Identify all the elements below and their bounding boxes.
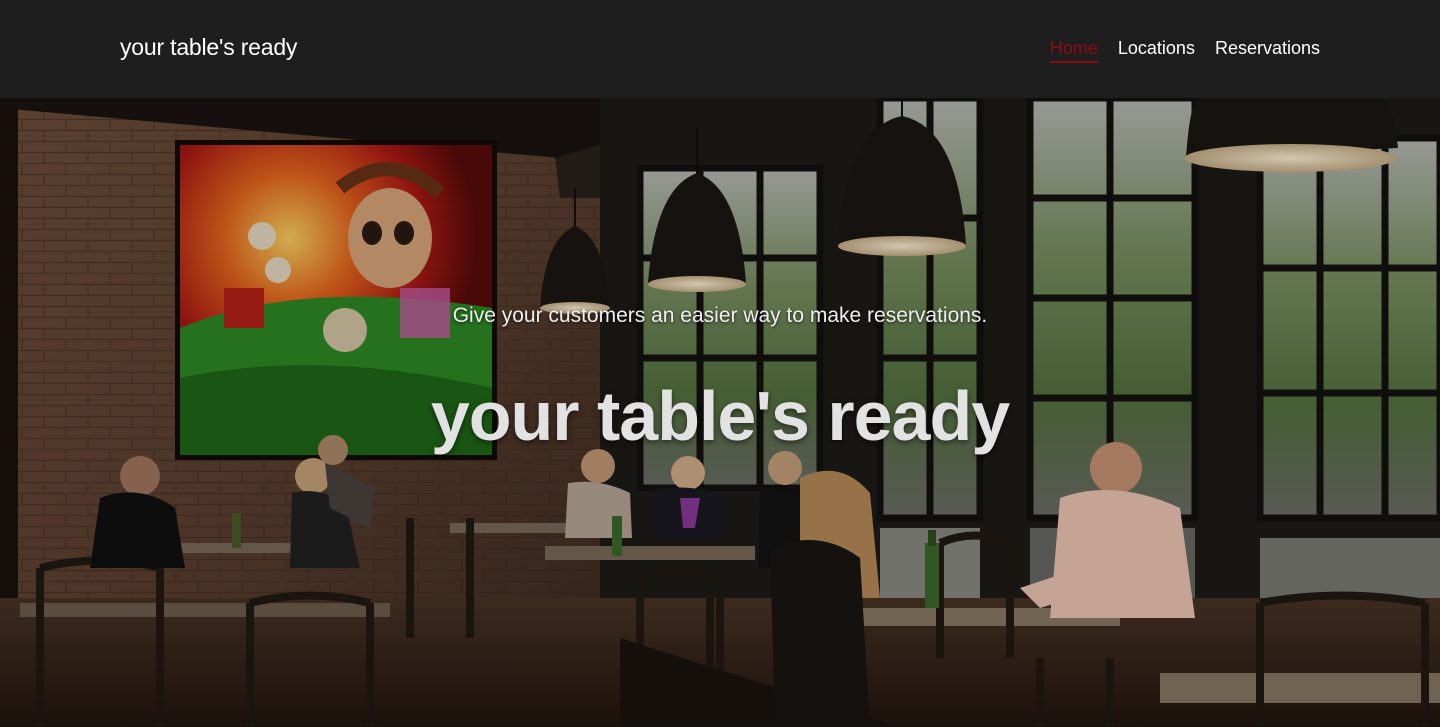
nav-link-home[interactable]: Home <box>1049 38 1098 63</box>
hero-title: your table's ready <box>430 377 1010 455</box>
nav-link-locations[interactable]: Locations <box>1118 38 1195 63</box>
nav-link-reservations[interactable]: Reservations <box>1215 38 1320 63</box>
hero-tagline: Give your customers an easier way to mak… <box>452 304 988 327</box>
brand-logo-link[interactable]: your table's ready <box>120 34 297 61</box>
hero-section: Give your customers an easier way to mak… <box>0 98 1440 727</box>
main-nav: Home Locations Reservations <box>1049 38 1320 63</box>
top-navbar: your table's ready Home Locations Reserv… <box>0 0 1440 98</box>
